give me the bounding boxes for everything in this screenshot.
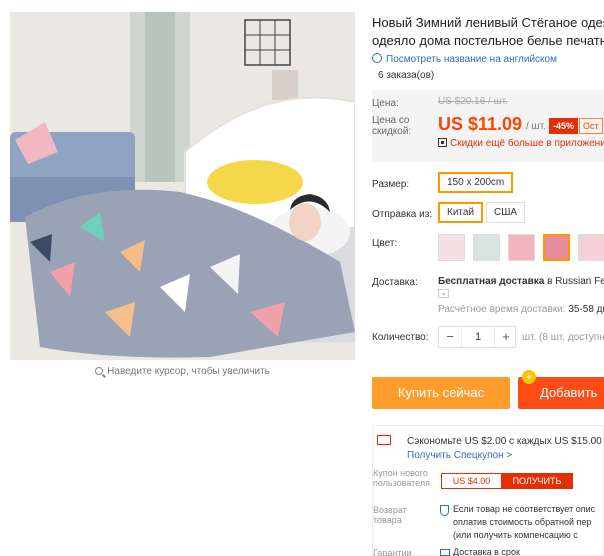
quantity-input[interactable]: 1	[461, 327, 495, 347]
quantity-label: Количество:	[372, 332, 429, 343]
face	[289, 203, 321, 241]
color-swatch[interactable]	[508, 234, 535, 261]
color-label: Цвет:	[372, 238, 398, 249]
color-swatch[interactable]	[578, 234, 604, 261]
quantity-decrease-button[interactable]: −	[439, 327, 461, 347]
ship-from-china[interactable]: Китай	[438, 202, 484, 223]
more-badge: Ост	[579, 118, 603, 134]
price-box: Цена: US $20.16 / шт. Цена со скидкой: U…	[372, 90, 604, 162]
per-unit: / шт.	[526, 121, 546, 132]
delivery-time: Расчётное время доставки: 35-58 дн	[438, 304, 604, 315]
new-user-coupon-label: Купон нового пользователя	[373, 468, 430, 488]
product-image[interactable]	[10, 12, 355, 360]
coupon-icon	[377, 435, 391, 445]
discount-price-label: Цена со скидкой:	[372, 115, 412, 137]
new-price: US $11.09	[438, 114, 523, 134]
guarantee-label: Гарантии	[373, 548, 412, 556]
delivery-method: Бесплатная доставка в Russian Fed	[438, 276, 604, 287]
buy-now-button[interactable]: Купить сейчас	[372, 377, 510, 409]
delivery-label: Доставка:	[372, 277, 418, 288]
qr-code-icon	[438, 138, 447, 147]
price-label: Цена:	[372, 98, 399, 109]
color-swatch-selected[interactable]	[543, 234, 570, 261]
old-price: US $20.16 / шт.	[438, 96, 508, 107]
product-info: Новый Зимний ленивый Стёганое одеяло оде…	[372, 0, 604, 556]
shield-icon	[440, 505, 449, 516]
return-policy-text: Если товар не соответствует опис оплатив…	[453, 504, 596, 540]
coupon-panel: Сэкономьте US $2.00 с каждых US $15.00 П…	[372, 425, 604, 556]
translate-link[interactable]: Посмотреть название на английском	[372, 53, 557, 65]
yellow-pillow	[207, 160, 303, 204]
save-offer: Сэкономьте US $2.00 с каждых US $15.00	[407, 436, 602, 447]
globe-icon	[372, 53, 382, 63]
truck-icon	[440, 549, 450, 556]
color-swatch[interactable]	[473, 234, 500, 261]
quantity-increase-button[interactable]: +	[495, 327, 517, 347]
orders-count: 6 заказа(ов)	[378, 70, 435, 81]
size-label: Размер:	[372, 179, 410, 190]
ship-from-usa[interactable]: США	[486, 202, 526, 223]
chevron-down-icon[interactable]: ⌄	[438, 289, 449, 298]
quantity-available: шт. (8 шт. доступно	[522, 332, 604, 343]
zoom-hint: Наведите курсор, чтобы увеличить	[10, 366, 355, 377]
product-photo-illustration	[10, 12, 355, 360]
coupon-amount: US $4.00	[441, 473, 501, 489]
get-coupon-button[interactable]: ПОЛУЧИТЬ	[501, 473, 573, 489]
color-swatch[interactable]	[438, 234, 465, 261]
app-promo[interactable]: Скидки ещё больше в приложении	[438, 138, 604, 149]
get-special-coupon-link[interactable]: Получить Спецкупон >	[407, 450, 512, 461]
ship-from-label: Отправка из:	[372, 209, 433, 220]
discount-badge: -45%	[549, 118, 579, 134]
guarantee-text: Доставка в срок	[453, 547, 520, 556]
cart-badge: +	[522, 370, 536, 384]
quantity-stepper: − 1 +	[438, 326, 516, 348]
return-label: Возврат товара	[373, 505, 407, 525]
size-option[interactable]: 150 x 200cm	[438, 172, 514, 193]
product-title: Новый Зимний ленивый Стёганое одеяло оде…	[372, 15, 604, 48]
magnifier-icon	[95, 367, 104, 375]
